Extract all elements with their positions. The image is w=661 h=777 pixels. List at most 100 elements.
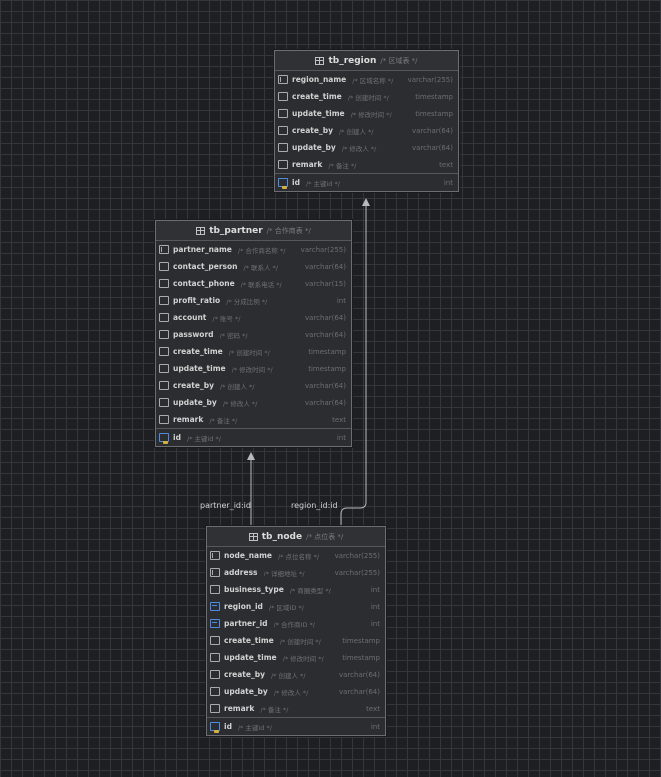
column-row[interactable]: partner_id /* 合作商ID */ int xyxy=(207,615,385,632)
column-row[interactable]: contact_phone /* 联系电话 */ varchar(15) xyxy=(156,275,351,292)
column-name: create_by xyxy=(292,126,333,135)
index-icon xyxy=(278,75,288,84)
column-row[interactable]: region_name /* 区域名称 */ varchar(255) xyxy=(275,71,458,88)
column-row[interactable]: update_time /* 修改时间 */ timestamp xyxy=(275,105,458,122)
column-name: update_by xyxy=(173,398,217,407)
column-icon xyxy=(278,143,288,152)
column-row[interactable]: partner_name /* 合作商名称 */ varchar(255) xyxy=(156,241,351,258)
column-type: timestamp xyxy=(415,92,453,101)
column-name: id xyxy=(173,433,181,442)
column-row[interactable]: password /* 密码 */ varchar(64) xyxy=(156,326,351,343)
column-name: create_time xyxy=(173,347,223,356)
column-icon xyxy=(159,415,169,424)
column-type: varchar(64) xyxy=(305,330,346,339)
table-comment: /* 合作商表 */ xyxy=(266,226,311,235)
column-comment: /* 备注 */ xyxy=(209,416,238,425)
column-type: varchar(255) xyxy=(334,551,380,560)
column-row[interactable]: create_by /* 创建人 */ varchar(64) xyxy=(156,377,351,394)
table-comment: /* 区域表 */ xyxy=(380,56,418,65)
table-tb-region[interactable]: tb_region/* 区域表 */ region_name /* 区域名称 */ v… xyxy=(274,50,459,192)
column-name: update_by xyxy=(224,687,268,696)
column-row[interactable]: update_time /* 修改时间 */ timestamp xyxy=(156,360,351,377)
column-icon xyxy=(210,670,220,679)
column-name: partner_id xyxy=(224,619,268,628)
arrow-head-partner xyxy=(247,452,255,460)
column-row[interactable]: remark /* 备注 */ text xyxy=(156,411,351,428)
column-row[interactable]: update_by /* 修改人 */ varchar(64) xyxy=(156,394,351,411)
relation-label-partner: partner_id:id xyxy=(200,501,251,510)
column-icon xyxy=(210,704,220,713)
column-type: int xyxy=(336,296,346,305)
column-row[interactable]: update_by /* 修改人 */ varchar(64) xyxy=(207,683,385,700)
column-row[interactable]: business_type /* 商圈类型 */ int xyxy=(207,581,385,598)
table-tb-partner[interactable]: tb_partner/* 合作商表 */ partner_name /* 合作商名称… xyxy=(155,220,352,447)
column-row[interactable]: create_time /* 创建时间 */ timestamp xyxy=(207,632,385,649)
column-comment: /* 创建人 */ xyxy=(270,671,306,680)
column-name: update_by xyxy=(292,143,336,152)
column-type: text xyxy=(366,704,380,713)
column-row[interactable]: update_by /* 修改人 */ varchar(64) xyxy=(275,139,458,156)
column-icon xyxy=(159,279,169,288)
column-type: int xyxy=(443,178,453,187)
column-comment: /* 修改时间 */ xyxy=(350,110,392,119)
column-row[interactable]: create_time /* 创建时间 */ timestamp xyxy=(156,343,351,360)
column-row[interactable]: account /* 账号 */ varchar(64) xyxy=(156,309,351,326)
column-name: update_time xyxy=(292,109,345,118)
column-comment: /* 创建人 */ xyxy=(338,127,374,136)
column-type: text xyxy=(332,415,346,424)
column-name: contact_phone xyxy=(173,279,235,288)
column-name: region_id xyxy=(224,602,263,611)
column-row[interactable]: profit_ratio /* 分成比例 */ int xyxy=(156,292,351,309)
column-type: varchar(64) xyxy=(412,126,453,135)
foreign-key-icon xyxy=(210,602,220,611)
column-type: varchar(64) xyxy=(412,143,453,152)
column-row[interactable]: node_name /* 点位名称 */ varchar(255) xyxy=(207,547,385,564)
column-row[interactable]: remark /* 备注 */ text xyxy=(207,700,385,717)
column-row[interactable]: id /* 主键id */ int xyxy=(275,173,458,191)
column-row[interactable]: region_id /* 区域ID */ int xyxy=(207,598,385,615)
column-type: varchar(255) xyxy=(300,245,346,254)
column-type: varchar(15) xyxy=(305,279,346,288)
column-icon xyxy=(210,687,220,696)
column-type: timestamp xyxy=(342,653,380,662)
column-type: varchar(64) xyxy=(305,381,346,390)
table-header[interactable]: tb_region/* 区域表 */ xyxy=(275,51,458,71)
arrow-head-region xyxy=(362,198,370,206)
table-header[interactable]: tb_node/* 点位表 */ xyxy=(207,527,385,547)
column-type: int xyxy=(336,433,346,442)
table-tb-node[interactable]: tb_node/* 点位表 */ node_name /* 点位名称 */ varch… xyxy=(206,526,386,736)
column-type: timestamp xyxy=(342,636,380,645)
column-comment: /* 区域ID */ xyxy=(268,603,304,612)
column-name: partner_name xyxy=(173,245,232,254)
table-icon xyxy=(196,226,206,235)
column-comment: /* 商圈类型 */ xyxy=(289,586,331,595)
column-name: address xyxy=(224,568,258,577)
column-type: int xyxy=(370,619,380,628)
column-name: create_by xyxy=(173,381,214,390)
column-type: int xyxy=(370,602,380,611)
table-header[interactable]: tb_partner/* 合作商表 */ xyxy=(156,221,351,241)
column-row[interactable]: remark /* 备注 */ text xyxy=(275,156,458,173)
column-comment: /* 修改人 */ xyxy=(273,688,309,697)
column-row[interactable]: id /* 主键id */ int xyxy=(207,717,385,735)
column-row[interactable]: id /* 主键id */ int xyxy=(156,428,351,446)
column-icon xyxy=(159,296,169,305)
column-row[interactable]: create_time /* 创建时间 */ timestamp xyxy=(275,88,458,105)
column-name: create_time xyxy=(292,92,342,101)
column-row[interactable]: create_by /* 创建人 */ varchar(64) xyxy=(207,666,385,683)
column-name: password xyxy=(173,330,214,339)
column-type: varchar(255) xyxy=(334,568,380,577)
column-row[interactable]: create_by /* 创建人 */ varchar(64) xyxy=(275,122,458,139)
table-name: tb_region xyxy=(328,55,377,66)
column-comment: /* 修改人 */ xyxy=(341,144,377,153)
column-comment: /* 修改时间 */ xyxy=(231,365,273,374)
relation-label-region: region_id:id xyxy=(291,501,338,510)
column-type: timestamp xyxy=(415,109,453,118)
column-comment: /* 创建时间 */ xyxy=(347,93,389,102)
column-row[interactable]: address /* 详细地址 */ varchar(255) xyxy=(207,564,385,581)
column-type: varchar(64) xyxy=(305,398,346,407)
column-type: int xyxy=(370,585,380,594)
column-row[interactable]: contact_person /* 联系人 */ varchar(64) xyxy=(156,258,351,275)
column-name: node_name xyxy=(224,551,272,560)
column-row[interactable]: update_time /* 修改时间 */ timestamp xyxy=(207,649,385,666)
